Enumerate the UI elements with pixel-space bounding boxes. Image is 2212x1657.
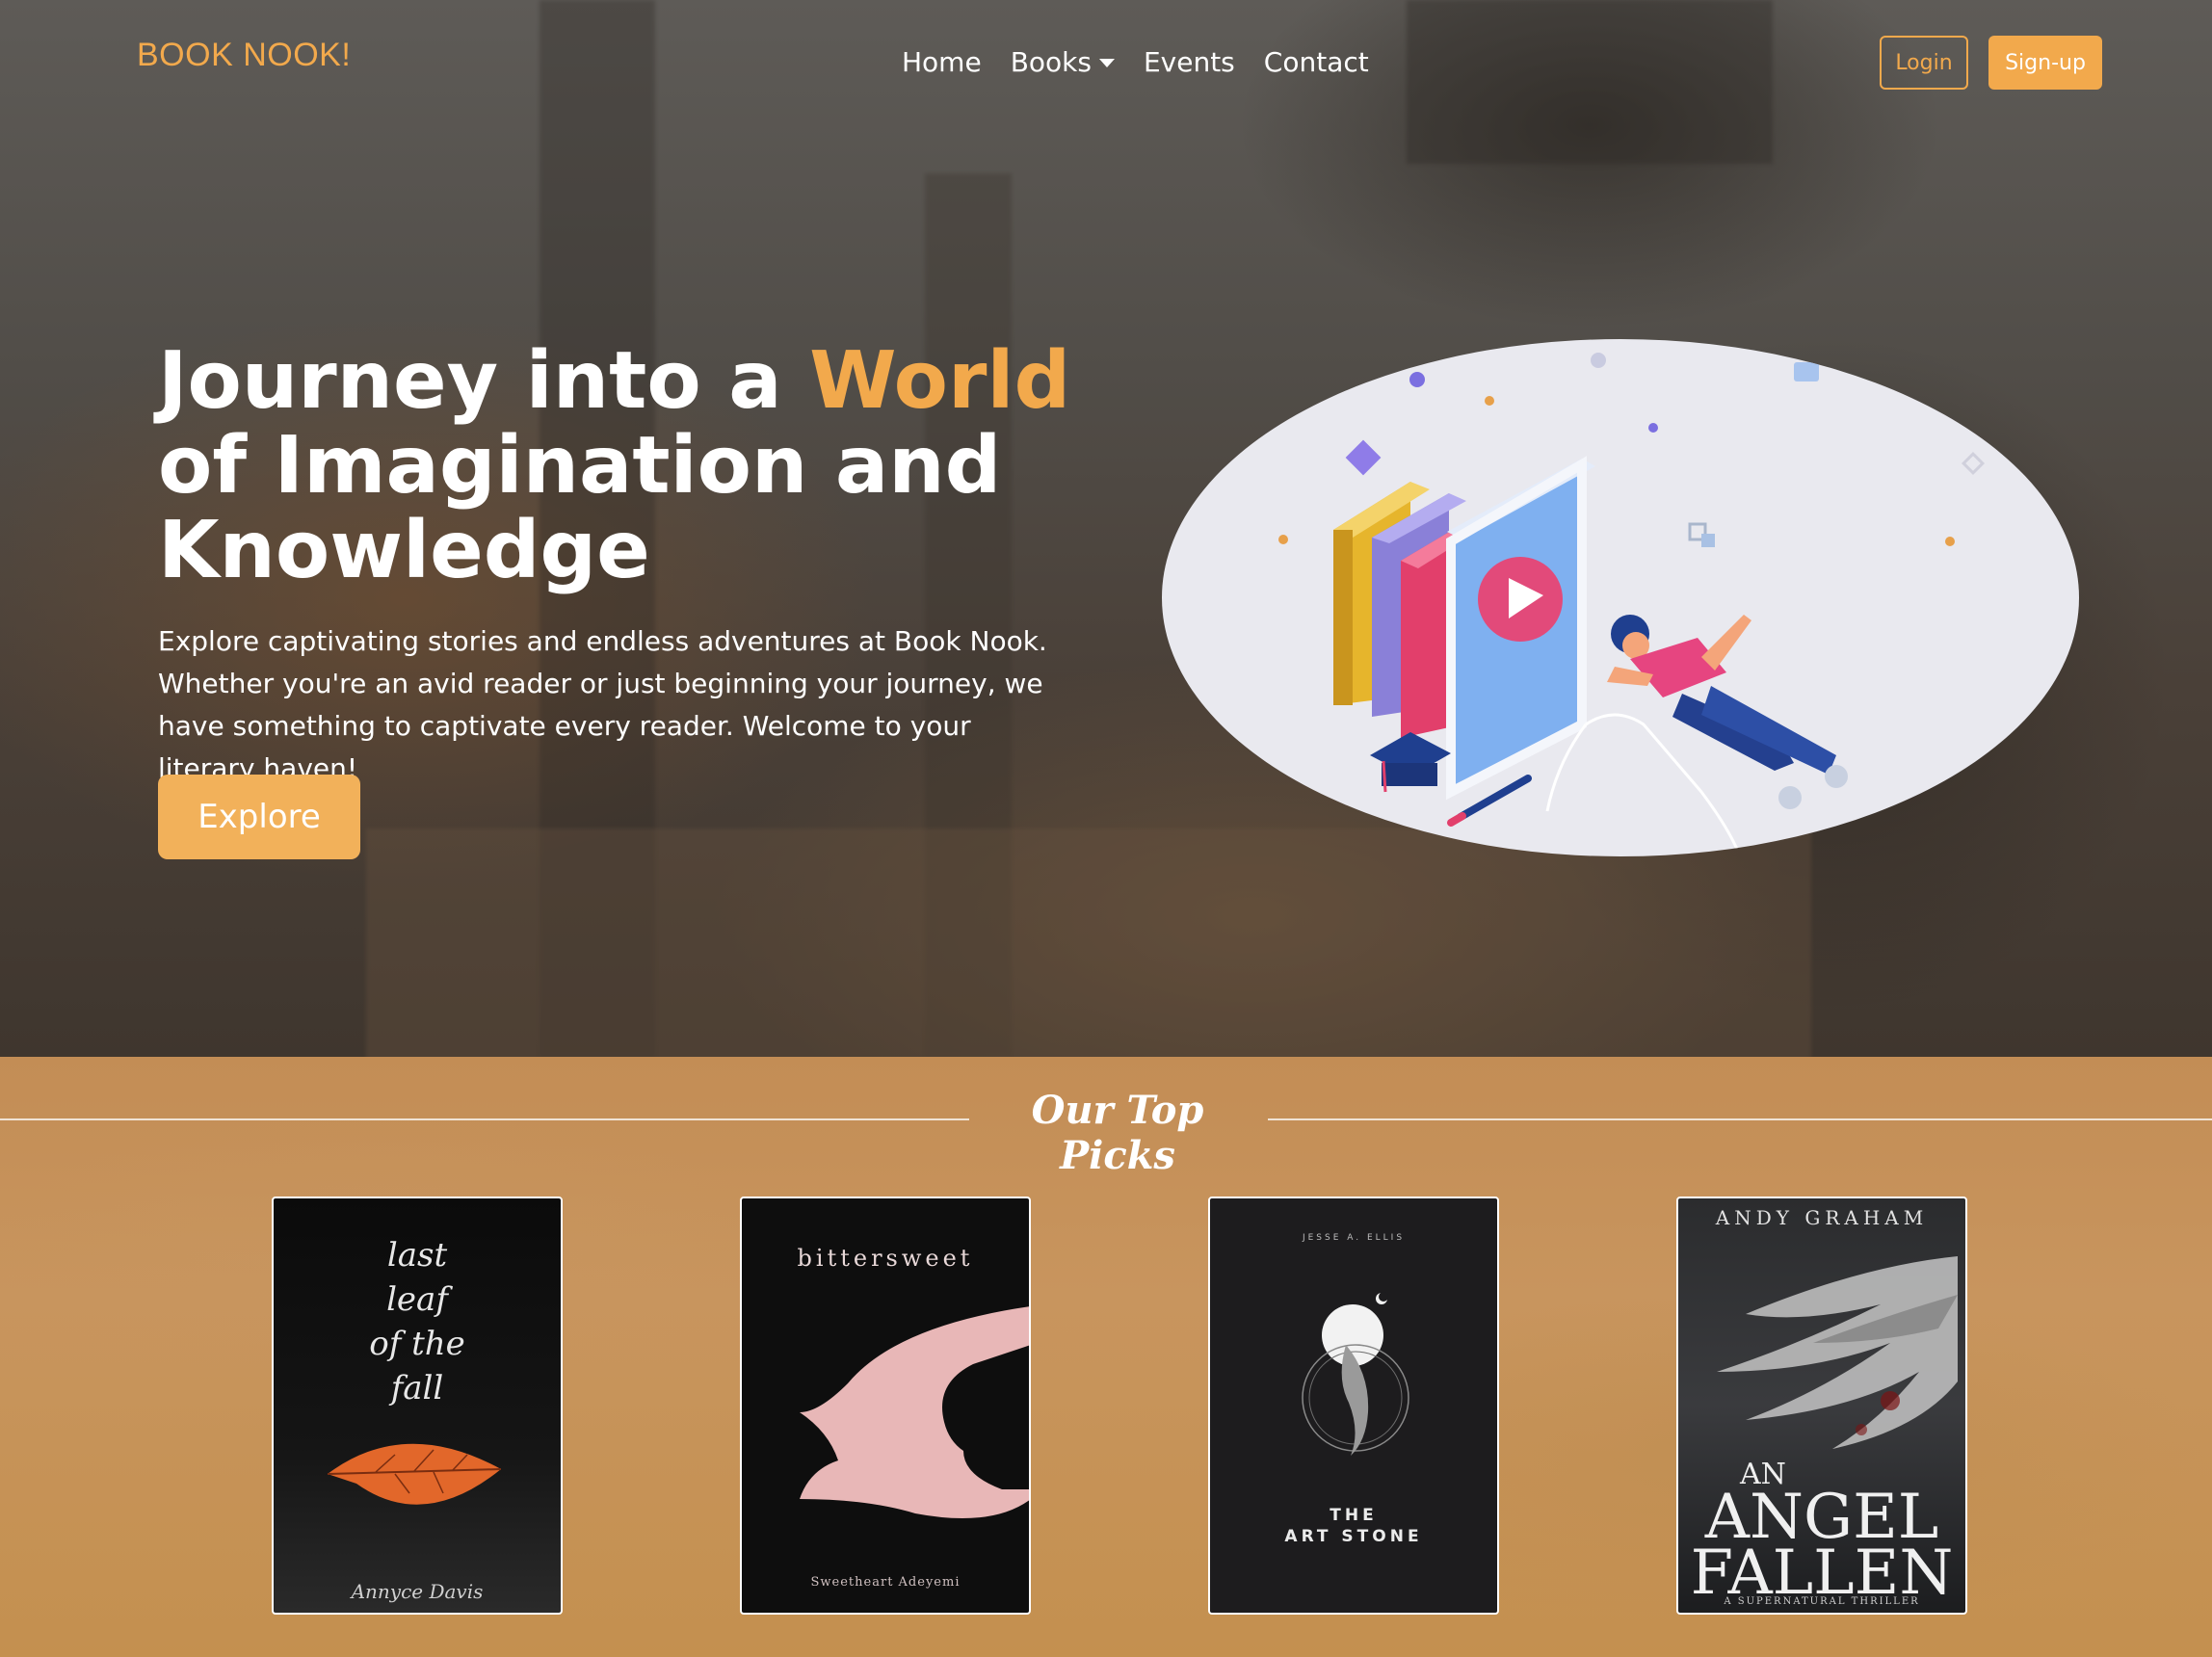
book-title-line: leaf [386,1280,448,1319]
background-table [366,828,1811,1057]
book-title: THE ART STONE [1210,1505,1497,1547]
book-author: Annyce Davis [351,1580,484,1603]
nav-link-home[interactable]: Home [902,46,982,78]
hero-title: Journey into a World of Imagination and … [158,339,1102,593]
reading-illustration-icon [1278,353,1986,856]
book-tagline: A SUPERNATURAL THRILLER [1724,1596,1920,1607]
book-title-line: fall [390,1369,444,1407]
book-card-last-leaf[interactable]: last leaf of the fall Annyce Davis [272,1197,563,1615]
explore-button[interactable]: Explore [158,775,360,859]
top-picks-section: Our Top Picks last leaf of the fall Anny… [0,1057,2212,1657]
book-author: JESSE A. ELLIS [1302,1233,1406,1243]
wings-icon [1717,1256,1958,1449]
book-card-art-stone[interactable]: JESSE A. ELLIS THE ART STONE [1208,1197,1499,1615]
background-shelf [1407,0,1773,164]
book-title: bittersweet [797,1245,974,1272]
book-card-angel-fallen[interactable]: ANDY GRAHAM AN ANGEL FALLEN A SUPERNATUR… [1676,1197,1967,1615]
hero-title-part3: Knowledge [158,505,650,596]
hero-section: BOOK NOOK! Home Books Events Contact Log… [0,0,2212,1057]
book-title-line: of the [369,1325,465,1363]
book-title: last leaf of the fall [274,1233,561,1410]
book-title-line: THE [1330,1506,1378,1525]
whale-moon-icon [1302,1292,1409,1456]
book-author: ANDY GRAHAM [1715,1206,1929,1229]
signup-button[interactable]: Sign-up [1988,36,2102,90]
book-title: AN ANGEL FALLEN [1678,1460,1965,1609]
nav-link-contact[interactable]: Contact [1264,46,1369,78]
nav-link-books[interactable]: Books [1011,46,1115,78]
nav-link-books-label: Books [1010,46,1092,78]
hero-title-part2: of Imagination and [158,420,1002,512]
nav-link-events[interactable]: Events [1144,46,1235,78]
hero-title-part1: Journey into a [158,335,810,427]
main-nav: Home Books Events Contact [902,46,1369,78]
hero-description: Explore captivating stories and endless … [158,625,1047,784]
book-title-line: FALLEN [1690,1538,1954,1609]
woman-silhouette-icon [800,1306,1029,1518]
divider-line-left [0,1118,969,1120]
book-title-line: ART STONE [1284,1527,1423,1546]
brand-logo[interactable]: BOOK NOOK! [137,37,351,74]
book-title-line: last [386,1236,448,1275]
login-button[interactable]: Login [1880,36,1968,90]
hero-illustration [1162,339,2079,856]
book-card-bittersweet[interactable]: bittersweet Sweetheart Adeyemi [740,1197,1031,1615]
top-picks-title: Our Top Picks [1031,1088,1204,1178]
book-author: Sweetheart Adeyemi [810,1575,961,1590]
leaf-icon [327,1443,502,1505]
caret-down-icon [1098,59,1115,67]
hero-title-accent: World [809,335,1071,427]
divider-line-right [1268,1118,2212,1120]
